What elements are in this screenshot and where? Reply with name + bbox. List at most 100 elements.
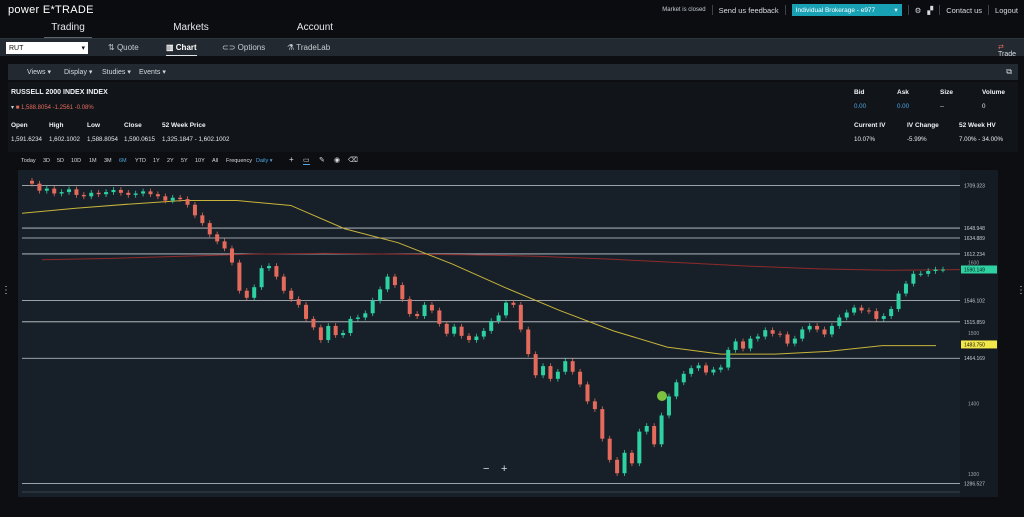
candle-body	[200, 215, 205, 224]
range-10y[interactable]: 10Y	[195, 158, 205, 164]
range-3d[interactable]: 3D	[43, 158, 50, 164]
price-chart[interactable]: 1709.323 1648.948 1634.889 1612.234 1546.102…	[18, 170, 998, 497]
candle-body	[452, 326, 457, 334]
price-change-value: 1,588.8054 -1.2561 -0.08%	[20, 105, 94, 111]
level-label: 1286.527	[964, 481, 985, 487]
candle-body	[615, 459, 620, 474]
candle-body	[607, 438, 612, 460]
candle-body	[185, 199, 190, 205]
candle-body	[244, 290, 249, 298]
candle-body	[889, 309, 894, 317]
candle-body	[837, 317, 842, 326]
ask-value: 0.00	[897, 103, 910, 110]
link-icon: ⊂⊃	[222, 43, 238, 52]
range-3m[interactable]: 3M	[104, 158, 112, 164]
gear-icon[interactable]: ⚙	[915, 6, 922, 15]
candle-body	[37, 183, 42, 191]
menu-events[interactable]: Events ▾	[139, 68, 166, 76]
candle-body	[126, 192, 131, 195]
price-tag-label: 1483.750	[964, 342, 985, 348]
current-iv-value: 10.07%	[854, 136, 875, 143]
moving-average-long	[41, 252, 961, 271]
candle-body	[563, 361, 568, 372]
range-5d[interactable]: 5D	[57, 158, 64, 164]
menu-studies[interactable]: Studies ▾	[102, 68, 131, 76]
range-ytd[interactable]: YTD	[135, 158, 146, 164]
range-today[interactable]: Today	[21, 158, 36, 164]
price-change: ▾ ■ 1,588.8054 -1.2561 -0.08%	[11, 104, 94, 111]
tab-options[interactable]: ⊂⊃ Options	[222, 43, 265, 52]
iv-change-label: IV Change	[907, 122, 939, 129]
candle-body	[318, 327, 323, 341]
logout-link[interactable]: Logout	[995, 6, 1018, 15]
candle-body	[178, 197, 183, 200]
range-6m[interactable]: 6M	[119, 158, 127, 164]
tab-account[interactable]: Account	[285, 22, 345, 33]
volume-label: Volume	[982, 89, 1005, 96]
range-all[interactable]: All	[212, 158, 218, 164]
contact-link[interactable]: Contact us	[946, 6, 982, 15]
candle-body	[696, 365, 701, 369]
candle-body	[59, 192, 64, 194]
zoom-out-button[interactable]: −	[483, 463, 489, 475]
candle-body	[170, 197, 175, 201]
range-1y[interactable]: 1Y	[153, 158, 160, 164]
top-bar: power E*TRADE Market is closed Send us f…	[0, 0, 1024, 20]
candle-body	[348, 318, 353, 333]
menu-events-label: Events	[139, 69, 161, 76]
range-2y[interactable]: 2Y	[167, 158, 174, 164]
menu-views[interactable]: Views ▾	[27, 68, 51, 76]
candle-body	[703, 365, 708, 373]
candle-body	[296, 299, 301, 305]
candle-body	[815, 325, 820, 330]
candle-body	[578, 371, 583, 385]
zoom-in-button[interactable]: +	[501, 463, 507, 475]
crosshair-icon[interactable]: +	[289, 155, 294, 164]
low-label: Low	[87, 122, 100, 129]
tab-tradelab[interactable]: ⚗ TradeLab	[287, 43, 330, 52]
candle-body	[437, 310, 442, 324]
candle-body	[363, 313, 368, 318]
candle-body	[74, 189, 79, 195]
frequency-select[interactable]: Daily ▾	[256, 158, 273, 164]
tab-quote[interactable]: ⇅ Quote	[108, 43, 139, 52]
symbol-select[interactable]: RUT ▾	[6, 42, 88, 54]
tab-chart[interactable]: ▥ Chart	[166, 43, 197, 56]
range-5y[interactable]: 5Y	[181, 158, 188, 164]
right-panel-handle[interactable]: ⋮	[1016, 285, 1024, 296]
candle-body	[666, 396, 671, 416]
level-label: 1515.859	[964, 320, 985, 326]
info-icon[interactable]: ▾	[11, 105, 14, 111]
candle-body	[481, 330, 486, 337]
apps-icon[interactable]: ▞	[927, 6, 933, 15]
draw-icon[interactable]: ✎	[319, 156, 325, 164]
account-select-value: Individual Brokerage - e977	[795, 6, 876, 14]
popout-icon[interactable]: ⧉	[1006, 67, 1012, 77]
candle-body	[30, 180, 34, 184]
candle-body	[785, 334, 790, 344]
trade-button[interactable]: ⇄ Trade	[998, 43, 1016, 58]
menu-display[interactable]: Display ▾	[64, 68, 92, 76]
candle-body	[533, 354, 538, 376]
size-label: Size	[940, 89, 954, 96]
brand-logo[interactable]: power E*TRADE	[8, 4, 94, 16]
price-chart-canvas[interactable]: 1709.323 1648.948 1634.889 1612.234 1546.102…	[18, 170, 998, 497]
eraser-icon[interactable]: ⌫	[348, 156, 358, 164]
palette-icon[interactable]: ◉	[334, 156, 340, 164]
account-select[interactable]: Individual Brokerage - e977 ▾	[791, 4, 902, 16]
annotation-icon[interactable]: ▭	[303, 156, 310, 165]
high-label: High	[49, 122, 64, 129]
menu-display-label: Display	[64, 69, 87, 76]
size-value: --	[940, 103, 945, 110]
candle-body	[548, 366, 553, 379]
left-panel-handle[interactable]: ⋮	[1, 285, 11, 296]
range-10d[interactable]: 10D	[71, 158, 81, 164]
tab-markets[interactable]: Markets	[161, 22, 221, 33]
range-1m[interactable]: 1M	[89, 158, 97, 164]
feedback-link[interactable]: Send us feedback	[719, 6, 779, 15]
candle-body	[859, 307, 864, 311]
candle-body	[370, 300, 375, 314]
tab-trading[interactable]: Trading	[38, 22, 98, 39]
candle-body	[807, 325, 812, 330]
y-tick-label: 1500	[968, 331, 979, 337]
